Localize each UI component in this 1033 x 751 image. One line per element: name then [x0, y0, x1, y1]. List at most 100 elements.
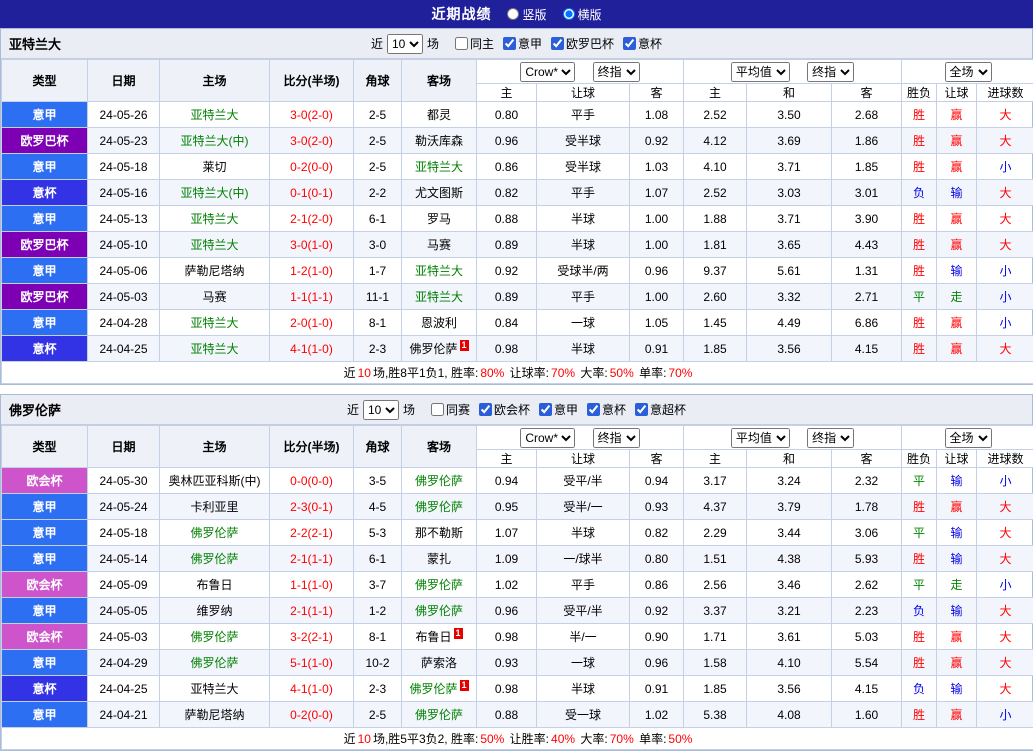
handicap-home-odds: 0.92 [477, 258, 537, 284]
filter-意杯[interactable]: 意杯 [587, 401, 626, 418]
filter-label: 意超杯 [650, 401, 686, 418]
rounds-select[interactable]: 10 [387, 34, 423, 54]
col-score: 比分(半场) [270, 426, 354, 468]
final-odds-select-2[interactable]: 终指 [807, 428, 854, 448]
filter-同赛[interactable]: 同赛 [431, 401, 470, 418]
handicap-away-odds: 0.91 [630, 676, 684, 702]
filter-checkbox[interactable] [431, 403, 444, 416]
team-label: 恩波利 [421, 316, 457, 330]
avg-away-odds: 2.68 [832, 102, 902, 128]
filter-欧会杯[interactable]: 欧会杯 [479, 401, 530, 418]
avg-draw-odds: 3.71 [747, 206, 832, 232]
final-odds-select[interactable]: 终指 [593, 428, 640, 448]
avg-away-odds: 1.31 [832, 258, 902, 284]
away-team: 佛罗伦萨 [402, 468, 477, 494]
home-team: 卡利亚里 [160, 494, 270, 520]
team-label: 蒙扎 [427, 552, 451, 566]
match-score: 2-2(2-1) [270, 520, 354, 546]
bookmaker-select[interactable]: Crow* [520, 62, 575, 82]
redcard-badge: 1 [454, 628, 463, 639]
corner-score: 8-1 [354, 310, 402, 336]
match-date: 24-05-30 [88, 468, 160, 494]
result-goals: 大 [977, 624, 1033, 650]
filter-checkbox[interactable] [539, 403, 552, 416]
average-select[interactable]: 平均值 [731, 62, 790, 82]
result-goals: 大 [977, 102, 1033, 128]
result-goals: 大 [977, 336, 1033, 362]
handicap-home-odds: 0.94 [477, 468, 537, 494]
col-away: 客场 [402, 60, 477, 102]
away-team: 萨索洛 [402, 650, 477, 676]
corner-score: 3-5 [354, 468, 402, 494]
team-label: 佛罗伦萨 [190, 552, 238, 566]
result-wdl: 胜 [902, 310, 937, 336]
avg-away-odds: 2.23 [832, 598, 902, 624]
corner-score: 11-1 [354, 284, 402, 310]
fulltime-select[interactable]: 全场 [945, 62, 992, 82]
filter-同主[interactable]: 同主 [455, 35, 494, 52]
away-team: 佛罗伦萨 [402, 494, 477, 520]
handicap-line: 受球半/两 [537, 258, 630, 284]
result-goals: 大 [977, 520, 1033, 546]
filter-controls: 近 10 场 同赛欧会杯意甲意杯意超杯 [347, 400, 686, 420]
final-odds-select[interactable]: 终指 [593, 62, 640, 82]
avg-away-odds: 2.32 [832, 468, 902, 494]
match-score: 5-1(1-0) [270, 650, 354, 676]
filter-checkbox[interactable] [479, 403, 492, 416]
avg-draw-odds: 3.50 [747, 102, 832, 128]
away-team: 都灵 [402, 102, 477, 128]
handicap-home-odds: 0.89 [477, 284, 537, 310]
result-wdl: 胜 [902, 232, 937, 258]
match-row: 欧会杯24-05-09布鲁日1-1(1-0)3-7佛罗伦萨1.02平手0.862… [2, 572, 1033, 598]
radio-horizontal-input[interactable] [563, 8, 575, 20]
home-team: 维罗纳 [160, 598, 270, 624]
avg-draw-odds: 3.21 [747, 598, 832, 624]
col-type: 类型 [2, 426, 88, 468]
filter-checkbox[interactable] [635, 403, 648, 416]
filter-label: 同主 [470, 35, 494, 52]
filter-意甲[interactable]: 意甲 [539, 401, 578, 418]
corner-score: 2-2 [354, 180, 402, 206]
corner-score: 10-2 [354, 650, 402, 676]
rounds-select[interactable]: 10 [363, 400, 399, 420]
avg-home-odds: 1.85 [684, 676, 747, 702]
bookmaker-select[interactable]: Crow* [520, 428, 575, 448]
filter-checkbox[interactable] [623, 37, 636, 50]
filter-checkbox[interactable] [503, 37, 516, 50]
radio-horizontal[interactable]: 横版 [563, 6, 602, 23]
handicap-line: 半球 [537, 336, 630, 362]
result-wdl: 负 [902, 180, 937, 206]
home-team: 亚特兰大 [160, 676, 270, 702]
result-wdl: 胜 [902, 494, 937, 520]
average-select[interactable]: 平均值 [731, 428, 790, 448]
team-label: 佛罗伦萨 [415, 500, 463, 514]
radio-vertical-input[interactable] [507, 8, 519, 20]
corner-score: 1-7 [354, 258, 402, 284]
avg-home-odds: 2.56 [684, 572, 747, 598]
team-label: 亚特兰大(中) [181, 134, 249, 148]
filter-checkbox[interactable] [455, 37, 468, 50]
result-wdl: 平 [902, 520, 937, 546]
matches-body: 意甲24-05-26亚特兰大3-0(2-0)2-5都灵0.80平手1.082.5… [2, 102, 1033, 362]
final-odds-select-2[interactable]: 终指 [807, 62, 854, 82]
filter-checkbox[interactable] [587, 403, 600, 416]
avg-away-odds: 2.71 [832, 284, 902, 310]
handicap-line: 半/一 [537, 624, 630, 650]
team-label: 罗马 [427, 212, 451, 226]
radio-vertical[interactable]: 竖版 [507, 6, 546, 23]
team-name: 亚特兰大 [9, 34, 61, 53]
corner-score: 2-5 [354, 102, 402, 128]
away-team: 佛罗伦萨1 [402, 676, 477, 702]
fulltime-select[interactable]: 全场 [945, 428, 992, 448]
summary-text: 近10场,胜5平3负2, 胜率:50% 让胜率:40% 大率:70% 单率:50… [343, 732, 694, 746]
match-score: 3-0(1-0) [270, 232, 354, 258]
avg-away-odds: 4.15 [832, 676, 902, 702]
filter-欧罗巴杯[interactable]: 欧罗巴杯 [551, 35, 614, 52]
col-home: 主场 [160, 426, 270, 468]
filter-意杯[interactable]: 意杯 [623, 35, 662, 52]
col-avg-draw: 和 [747, 450, 832, 468]
filter-意超杯[interactable]: 意超杯 [635, 401, 686, 418]
filter-checkbox[interactable] [551, 37, 564, 50]
filter-意甲[interactable]: 意甲 [503, 35, 542, 52]
match-row: 意甲24-05-18莱切0-2(0-0)2-5亚特兰大0.86受半球1.034.… [2, 154, 1033, 180]
